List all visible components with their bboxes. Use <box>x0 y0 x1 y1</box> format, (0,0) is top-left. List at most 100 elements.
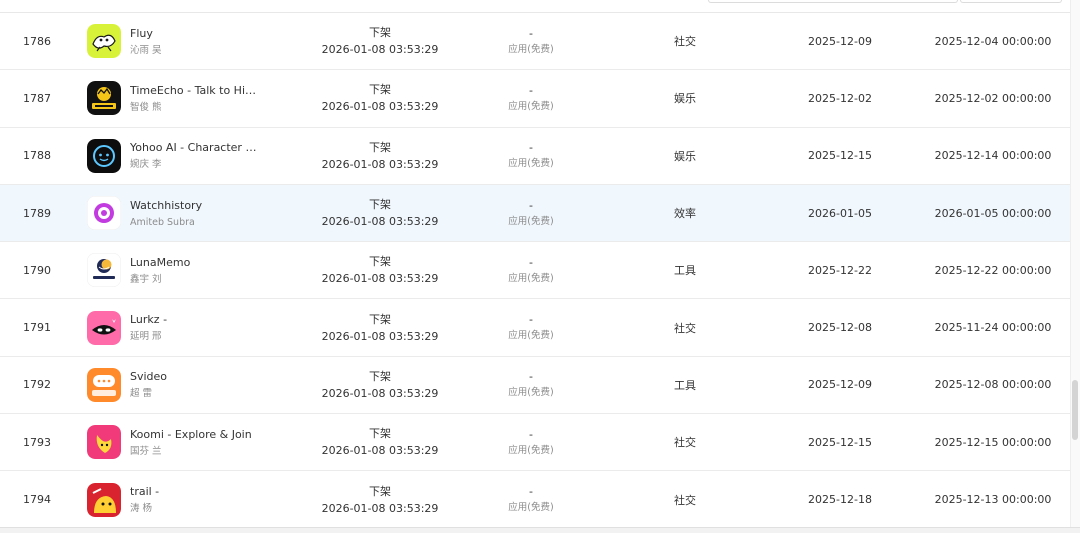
date-cell: 2025-12-08 <box>808 321 872 335</box>
price-cell: - 应用(免费) <box>490 13 572 69</box>
app-name-link[interactable]: trail - <box>130 484 159 499</box>
app-icon-cell[interactable] <box>87 70 123 126</box>
trail-app-icon <box>87 482 121 517</box>
status-time: 2026-01-08 03:53:29 <box>321 444 439 458</box>
status-text: 下架 <box>369 484 391 498</box>
app-name-link[interactable]: TimeEcho - Talk to Hist… <box>130 83 260 98</box>
status-time: 2026-01-08 03:53:29 <box>321 157 439 171</box>
release-time-cell: 2025-11-24 00:00:00 <box>934 321 1052 335</box>
date-cell: 2025-12-18 <box>808 493 872 507</box>
date-cell: 2025-12-02 <box>808 91 872 105</box>
developer-name: 鑫宇 刘 <box>130 273 162 285</box>
app-icon-cell[interactable] <box>87 471 123 527</box>
table-row[interactable]: 1787 TimeEcho - Talk to Hist… 智俊 熊 下架 20… <box>0 70 1070 128</box>
app-icon-cell[interactable] <box>87 185 123 241</box>
table-row[interactable]: 1788 Yohoo AI - Character C… 婉庆 李 下架 202… <box>0 127 1070 185</box>
scrollbar-thumb[interactable] <box>1072 380 1078 440</box>
price-cell: - 应用(免费) <box>490 185 572 241</box>
filter-select[interactable] <box>960 0 1062 3</box>
horizontal-scrollbar[interactable] <box>0 527 1080 533</box>
release-time-cell: 2025-12-22 00:00:00 <box>934 263 1052 277</box>
date-cell: 2026-01-05 <box>808 206 872 220</box>
status-cell: 下架 2026-01-08 03:53:29 <box>320 299 440 355</box>
row-id: 1789 <box>23 206 51 220</box>
release-time-cell: 2025-12-02 00:00:00 <box>934 91 1052 105</box>
lunamemo-app-icon <box>87 253 121 288</box>
price-value: - <box>529 26 533 40</box>
developer-name: 国芬 兰 <box>130 445 162 457</box>
table-row[interactable]: 1786 Fluy 沁雨 吴 下架 2026-01-08 03:53:29 - … <box>0 13 1070 71</box>
table-row[interactable]: 1793 Koomi - Explore & Join 国芬 兰 下架 2026… <box>0 414 1070 472</box>
release-time-cell: 2025-12-15 00:00:00 <box>934 435 1052 449</box>
app-name-link[interactable]: Fluy <box>130 26 153 41</box>
yohoo-app-icon <box>87 138 121 173</box>
date-cell: 2025-12-09 <box>808 378 872 392</box>
app-icon-cell[interactable] <box>87 414 123 470</box>
app-icon-cell[interactable] <box>87 128 123 184</box>
row-id: 1790 <box>23 263 51 277</box>
app-icon-cell[interactable] <box>87 299 123 355</box>
status-time: 2026-01-08 03:53:29 <box>321 329 439 343</box>
developer-name: 婉庆 李 <box>130 159 162 171</box>
status-time: 2026-01-08 03:53:29 <box>321 100 439 114</box>
app-name-link[interactable]: Svideo <box>130 369 167 384</box>
app-icon-cell[interactable] <box>87 357 123 413</box>
price-value: - <box>529 255 533 269</box>
price-type: 应用(免费) <box>508 502 554 514</box>
status-time: 2026-01-08 03:53:29 <box>321 272 439 286</box>
table-row[interactable]: 1789 Watchhistory Amiteb Subra 下架 2026-0… <box>0 184 1070 243</box>
app-name-link[interactable]: LunaMemo <box>130 255 190 270</box>
row-id: 1794 <box>23 493 51 507</box>
status-cell: 下架 2026-01-08 03:53:29 <box>320 471 440 527</box>
category-cell: 社交 <box>674 436 696 450</box>
app-name-link[interactable]: Koomi - Explore & Join <box>130 427 252 442</box>
price-value: - <box>529 485 533 499</box>
status-text: 下架 <box>369 26 391 40</box>
price-cell: - 应用(免费) <box>490 128 572 184</box>
status-cell: 下架 2026-01-08 03:53:29 <box>320 70 440 126</box>
app-info: Lurkz - 延明 邢 <box>130 299 305 355</box>
table-row[interactable]: 1794 trail - 涛 杨 下架 2026-01-08 03:53:29 … <box>0 471 1070 529</box>
status-time: 2026-01-08 03:53:29 <box>321 43 439 57</box>
status-text: 下架 <box>369 83 391 97</box>
category-cell: 社交 <box>674 321 696 335</box>
row-id: 1791 <box>23 321 51 335</box>
vertical-scrollbar[interactable] <box>1070 0 1080 532</box>
app-icon-cell[interactable] <box>87 13 123 69</box>
status-time: 2026-01-08 03:53:29 <box>321 501 439 515</box>
status-cell: 下架 2026-01-08 03:53:29 <box>320 414 440 470</box>
status-cell: 下架 2026-01-08 03:53:29 <box>320 242 440 298</box>
app-name-link[interactable]: Yohoo AI - Character C… <box>130 140 260 155</box>
filter-input[interactable] <box>708 0 958 3</box>
date-cell: 2025-12-15 <box>808 149 872 163</box>
koomi-app-icon <box>87 425 121 460</box>
price-cell: - 应用(免费) <box>490 70 572 126</box>
app-info: Svideo 超 雷 <box>130 357 305 413</box>
price-cell: - 应用(免费) <box>490 242 572 298</box>
row-id: 1786 <box>23 34 51 48</box>
timeecho-app-icon <box>87 81 121 116</box>
app-name-link[interactable]: Lurkz - <box>130 312 167 327</box>
fluy-app-icon <box>87 24 121 59</box>
release-time-cell: 2025-12-04 00:00:00 <box>934 34 1052 48</box>
app-name-link[interactable]: Watchhistory <box>130 198 202 213</box>
app-info: Watchhistory Amiteb Subra <box>130 185 305 241</box>
table-row[interactable]: 1791 Lurkz - 延明 邢 下架 2026-01-08 03:53:29… <box>0 299 1070 357</box>
lurkz-app-icon <box>87 310 121 345</box>
row-id: 1788 <box>23 149 51 163</box>
developer-name: 延明 邢 <box>130 331 162 343</box>
table-row[interactable]: 1790 LunaMemo 鑫宇 刘 下架 2026-01-08 03:53:2… <box>0 242 1070 300</box>
developer-name: Amiteb Subra <box>130 216 195 228</box>
row-id: 1787 <box>23 91 51 105</box>
price-type: 应用(免费) <box>508 158 554 170</box>
app-info: LunaMemo 鑫宇 刘 <box>130 242 305 298</box>
status-time: 2026-01-08 03:53:29 <box>321 386 439 400</box>
category-cell: 效率 <box>674 207 696 221</box>
price-type: 应用(免费) <box>508 387 554 399</box>
table-row[interactable]: 1792 Svideo 超 雷 下架 2026-01-08 03:53:29 -… <box>0 356 1070 415</box>
app-icon-cell[interactable] <box>87 242 123 298</box>
app-info: trail - 涛 杨 <box>130 471 305 527</box>
category-cell: 工具 <box>674 378 696 392</box>
status-text: 下架 <box>369 140 391 154</box>
developer-name: 智俊 熊 <box>130 101 162 113</box>
